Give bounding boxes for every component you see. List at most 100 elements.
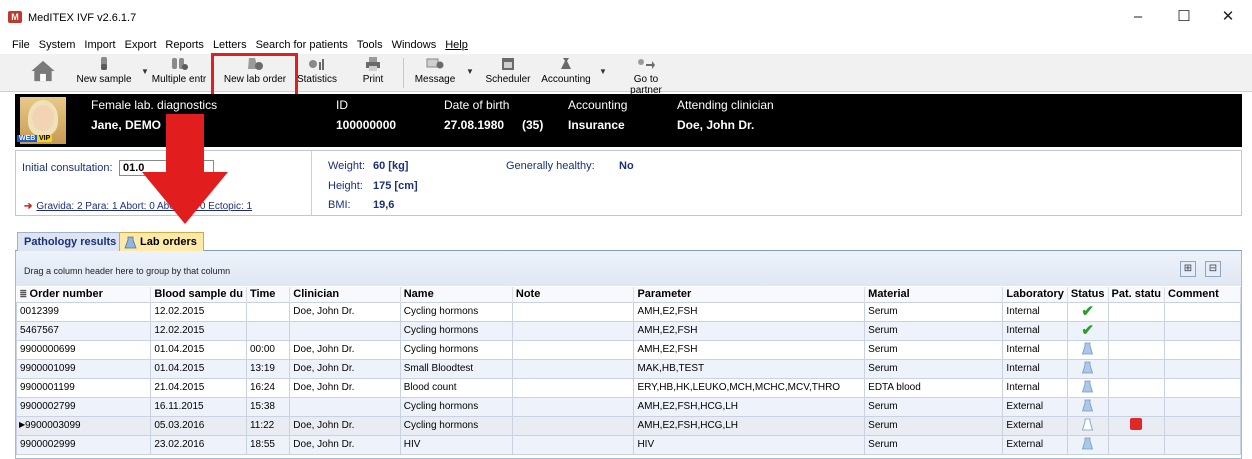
status-cell[interactable] [1066, 358, 1109, 379]
date-cell[interactable]: 12.02.2015 [150, 301, 247, 322]
laboratory-cell[interactable]: External [1002, 415, 1068, 436]
note-cell[interactable] [511, 301, 635, 322]
table-row[interactable]: 9900002999 23.02.2016 18:55 Doe, John Dr. HI… [15, 434, 1241, 455]
column-header-material[interactable]: Material [864, 287, 1004, 302]
table-row[interactable]: 0012399 12.02.2015 Doe, John Dr. Cycling ho… [15, 301, 1241, 322]
close-button[interactable]: ✕ [1208, 6, 1248, 28]
material-cell[interactable]: Serum [864, 415, 1004, 436]
clinician-cell[interactable]: Doe, John Dr. [289, 434, 401, 455]
table-row[interactable]: 9900001099 01.04.2015 13:19 Doe, John Dr. Sm… [15, 358, 1241, 379]
comment-cell[interactable] [1164, 434, 1241, 455]
menu-windows[interactable]: Windows [392, 39, 437, 51]
accounting-button[interactable]: Accounting [540, 56, 592, 90]
maximize-button[interactable]: ☐ [1164, 6, 1204, 28]
order-number-cell[interactable]: 0012399 [15, 301, 152, 322]
accounting-dropdown-icon[interactable]: ▼ [599, 67, 607, 76]
patient-status-cell[interactable] [1107, 339, 1166, 360]
column-header-time[interactable]: Time [246, 287, 291, 302]
date-cell[interactable]: 23.02.2016 [150, 434, 247, 455]
name-cell[interactable]: Cycling hormons [399, 301, 513, 322]
order-number-cell[interactable]: 5467567 [15, 320, 152, 341]
material-cell[interactable]: EDTA blood [864, 377, 1004, 398]
column-header-parameter[interactable]: Parameter [633, 287, 866, 302]
laboratory-cell[interactable]: External [1002, 396, 1068, 417]
order-number-cell[interactable]: ▶ 9900003099 [15, 415, 152, 436]
go-to-partner-button[interactable]: Go to partner [618, 56, 674, 96]
column-chooser-icon[interactable]: ≣ [20, 289, 30, 299]
statistics-button[interactable]: Statistics [294, 56, 340, 90]
time-cell[interactable]: 11:22 [245, 415, 291, 436]
laboratory-cell[interactable]: Internal [1002, 377, 1068, 398]
table-row[interactable]: 9900002799 16.11.2015 15:38 Cycling hormons… [15, 396, 1241, 417]
laboratory-cell[interactable]: Internal [1002, 339, 1068, 360]
column-header-patient-status[interactable]: Pat. statu [1108, 287, 1166, 302]
laboratory-cell[interactable]: Internal [1002, 301, 1068, 322]
column-header-note[interactable]: Note [512, 287, 635, 302]
column-header-order-number[interactable]: ≣ Order number [16, 287, 152, 302]
status-cell[interactable] [1066, 415, 1109, 436]
patient-status-cell[interactable] [1107, 358, 1166, 379]
note-cell[interactable] [511, 377, 635, 398]
status-cell[interactable] [1066, 339, 1109, 360]
clinician-cell[interactable] [289, 396, 401, 417]
name-cell[interactable]: Blood count [399, 377, 513, 398]
table-row[interactable]: 5467567 12.02.2015 Cycling hormons AMH,E2,F… [15, 320, 1241, 341]
status-cell[interactable]: ✔ [1066, 301, 1109, 322]
time-cell[interactable] [245, 320, 291, 341]
time-cell[interactable] [245, 301, 291, 322]
laboratory-cell[interactable]: Internal [1002, 320, 1068, 341]
clinician-cell[interactable]: Doe, John Dr. [289, 358, 401, 379]
comment-cell[interactable] [1164, 377, 1241, 398]
comment-cell[interactable] [1164, 415, 1241, 436]
material-cell[interactable]: Serum [864, 396, 1004, 417]
laboratory-cell[interactable]: External [1002, 434, 1068, 455]
patient-status-cell[interactable] [1107, 301, 1166, 322]
date-cell[interactable]: 16.11.2015 [150, 396, 247, 417]
home-button[interactable] [26, 56, 60, 90]
order-number-cell[interactable]: 9900001099 [15, 358, 152, 379]
status-cell[interactable] [1066, 434, 1109, 455]
column-header-blood-sample-date[interactable]: Blood sample du [150, 287, 247, 302]
note-cell[interactable] [511, 320, 635, 341]
note-cell[interactable] [511, 415, 635, 436]
table-row[interactable]: ▶ 9900003099 05.03.2016 11:22 Doe, John Dr. C… [15, 415, 1241, 436]
date-cell[interactable]: 05.03.2016 [150, 415, 247, 436]
parameter-cell[interactable]: ERY,HB,HK,LEUKO,MCH,MCHC,MCV,THRO [633, 377, 866, 398]
collapse-all-button[interactable]: ⊟ [1205, 261, 1221, 277]
scheduler-button[interactable]: Scheduler [482, 56, 534, 90]
time-cell[interactable]: 18:55 [245, 434, 291, 455]
menu-reports[interactable]: Reports [165, 39, 204, 51]
clinician-cell[interactable] [289, 320, 401, 341]
tab-lab-orders[interactable]: Lab orders [119, 232, 204, 251]
order-number-cell[interactable]: 9900000699 [15, 339, 152, 360]
name-cell[interactable]: Cycling hormons [399, 320, 513, 341]
status-cell[interactable]: ✔ [1066, 320, 1109, 341]
column-header-status[interactable]: Status [1067, 287, 1109, 302]
menu-tools[interactable]: Tools [357, 39, 383, 51]
table-row[interactable]: 9900001199 21.04.2015 16:24 Doe, John Dr. Bl… [15, 377, 1241, 398]
status-cell[interactable] [1066, 377, 1109, 398]
patient-status-cell[interactable] [1107, 396, 1166, 417]
order-number-cell[interactable]: 9900002999 [15, 434, 152, 455]
name-cell[interactable]: Cycling hormons [399, 415, 513, 436]
note-cell[interactable] [511, 358, 635, 379]
new-sample-dropdown-icon[interactable]: ▼ [141, 67, 149, 76]
menu-help[interactable]: Help [445, 39, 468, 51]
date-cell[interactable]: 01.04.2015 [150, 358, 247, 379]
order-number-cell[interactable]: 9900001199 [15, 377, 152, 398]
column-header-comment[interactable]: Comment [1164, 287, 1241, 302]
menu-export[interactable]: Export [125, 39, 157, 51]
order-number-cell[interactable]: 9900002799 [15, 396, 152, 417]
minimize-button[interactable]: – [1118, 6, 1158, 28]
menu-search-patients[interactable]: Search for patients [256, 39, 348, 51]
material-cell[interactable]: Serum [864, 301, 1004, 322]
clinician-cell[interactable]: Doe, John Dr. [289, 301, 401, 322]
patient-status-cell[interactable] [1107, 434, 1166, 455]
parameter-cell[interactable]: HIV [633, 434, 866, 455]
message-button[interactable]: Message [412, 56, 458, 90]
comment-cell[interactable] [1164, 301, 1241, 322]
time-cell[interactable]: 16:24 [245, 377, 291, 398]
expand-all-button[interactable]: ⊞ [1180, 261, 1196, 277]
comment-cell[interactable] [1164, 358, 1241, 379]
name-cell[interactable]: Cycling hormons [399, 396, 513, 417]
